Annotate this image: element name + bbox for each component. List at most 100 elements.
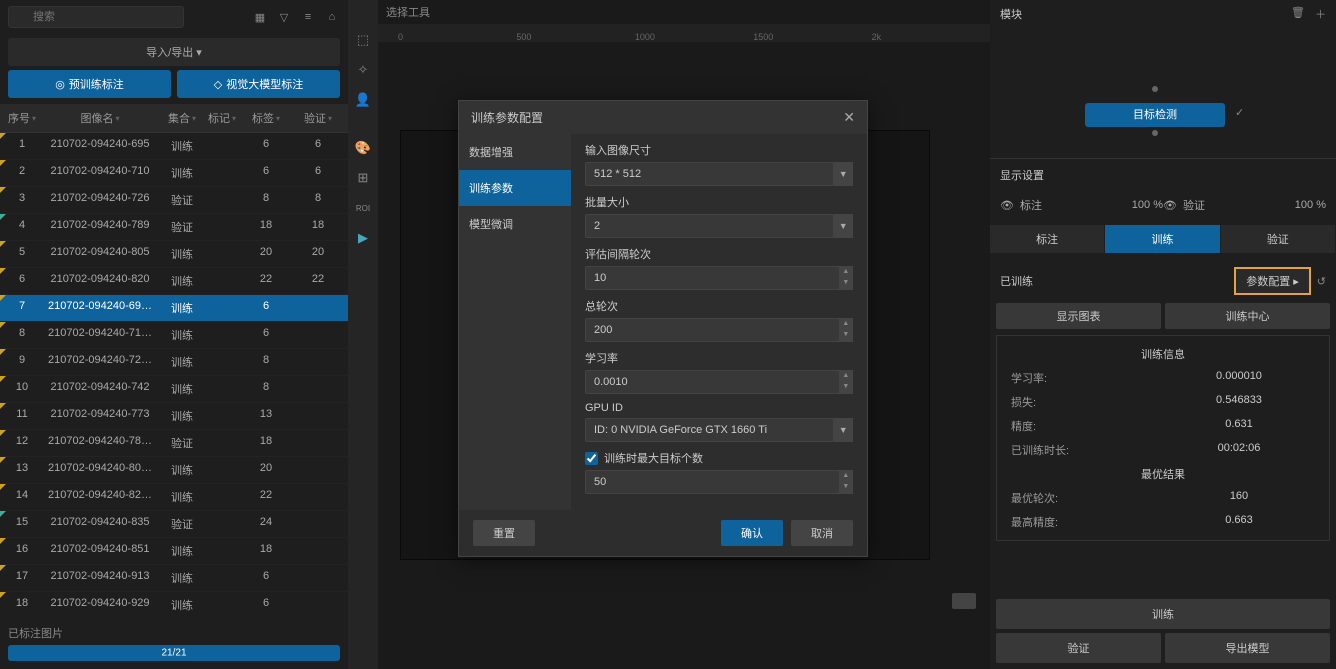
table-row[interactable]: 11210702-094240-773训练13 [0, 403, 348, 430]
delete-icon[interactable]: 🗑 [1291, 6, 1305, 22]
table-row[interactable]: 12210702-094240-78…验证18 [0, 430, 348, 457]
visual-model-annotate-button[interactable]: ◇视觉大模型标注 [177, 70, 340, 98]
play-tool-icon[interactable]: ▶ [353, 228, 373, 248]
filter-icon[interactable]: ▽ [276, 9, 292, 25]
input-size-select[interactable]: 512 * 512 [585, 162, 834, 186]
lr-label: 学习率 [585, 350, 853, 366]
table-row[interactable]: 17210702-094240-913训练6 [0, 565, 348, 592]
gpu-label: GPU ID [585, 402, 853, 414]
info-row: 学习率:0.000010 [1003, 366, 1323, 390]
display-settings-title: 显示设置 [990, 158, 1336, 191]
table-row[interactable]: 1210702-094240-695训练66 [0, 133, 348, 160]
lr-input[interactable]: 0.0010 [585, 370, 840, 394]
vis-label-pct: 100 % [1132, 199, 1163, 211]
col-name[interactable]: 图像名 [40, 110, 160, 126]
table-row[interactable]: 15210702-094240-835验证24 [0, 511, 348, 538]
train-button[interactable]: 训练 [996, 599, 1330, 629]
tools-strip: ⬚ ✧ 👤 🎨 ⊞ ROI ▶ [348, 0, 378, 669]
home-icon[interactable]: ⌂ [324, 9, 340, 25]
col-set[interactable]: 集合 [160, 110, 204, 126]
reset-button[interactable]: 重置 [473, 520, 535, 546]
history-icon[interactable]: ↺ [1317, 275, 1326, 288]
table-row[interactable]: 4210702-094240-789验证1818 [0, 214, 348, 241]
trained-label: 已训练 [1000, 273, 1033, 289]
batch-select[interactable]: 2 [585, 214, 834, 238]
spin-up-icon[interactable]: ▲ [840, 471, 852, 482]
spin-up-icon[interactable]: ▲ [840, 319, 852, 330]
tab-验证[interactable]: 验证 [1221, 225, 1336, 253]
close-icon[interactable]: ✕ [843, 109, 855, 126]
confirm-button[interactable]: 确认 [721, 520, 783, 546]
add-icon[interactable]: ＋ [1315, 6, 1326, 22]
table-row[interactable]: 7210702-094240-69…训练6 [0, 295, 348, 322]
spin-up-icon[interactable]: ▲ [840, 371, 852, 382]
spin-down-icon[interactable]: ▼ [840, 382, 852, 393]
spin-down-icon[interactable]: ▼ [840, 278, 852, 289]
magic-tool-icon[interactable]: ✧ [353, 60, 373, 80]
roi-tool-icon[interactable]: ROI [353, 198, 373, 218]
col-mark[interactable]: 标记 [204, 110, 240, 126]
epochs-label: 总轮次 [585, 298, 853, 314]
table-row[interactable]: 10210702-094240-742训练8 [0, 376, 348, 403]
col-seq[interactable]: 序号 [4, 110, 40, 126]
palette-tool-icon[interactable]: 🎨 [353, 138, 373, 158]
vis-val-pct: 100 % [1295, 199, 1326, 211]
chevron-down-icon[interactable]: ▼ [834, 418, 853, 442]
table-row[interactable]: 13210702-094240-80…训练20 [0, 457, 348, 484]
search-input[interactable] [8, 6, 184, 28]
tag-tool-icon[interactable]: ⊞ [353, 168, 373, 188]
tabs: 标注训练验证 [990, 225, 1336, 253]
left-panel: 🔍 ▦ ▽ ≡ ⌂ 导入/导出 ▾ ◎预训练标注 ◇视觉大模型标注 序号 图像名… [0, 0, 348, 669]
table-row[interactable]: 14210702-094240-82…训练22 [0, 484, 348, 511]
table-row[interactable]: 5210702-094240-805训练2020 [0, 241, 348, 268]
col-val[interactable]: 验证 [292, 110, 344, 126]
chevron-down-icon[interactable]: ▼ [834, 214, 853, 238]
progress-text: 21/21 [161, 648, 186, 659]
chevron-down-icon[interactable]: ▼ [834, 162, 853, 186]
detection-node[interactable]: 目标检测 [1085, 103, 1225, 127]
spin-up-icon[interactable]: ▲ [840, 267, 852, 278]
dialog-sidebar: 数据增强训练参数模型微调 [459, 134, 571, 510]
dialog-side-item[interactable]: 数据增强 [459, 134, 571, 170]
person-tool-icon[interactable]: 👤 [353, 90, 373, 110]
table-row[interactable]: 18210702-094240-929训练6 [0, 592, 348, 613]
eye-icon[interactable] [1163, 199, 1177, 212]
verify-button[interactable]: 验证 [996, 633, 1161, 663]
export-model-button[interactable]: 导出模型 [1165, 633, 1330, 663]
train-params-dialog: 训练参数配置 ✕ 数据增强训练参数模型微调 输入图像尺寸 512 * 512▼ … [458, 100, 868, 557]
eval-interval-input[interactable]: 10 [585, 266, 840, 290]
crop-tool-icon[interactable]: ⬚ [353, 30, 373, 50]
node-check-icon[interactable]: ✓ [1235, 106, 1244, 119]
param-config-button[interactable]: 参数配置▸ [1234, 267, 1311, 295]
gpu-select[interactable]: ID: 0 NVIDIA GeForce GTX 1660 Ti [585, 418, 834, 442]
eye-icon[interactable] [1000, 199, 1014, 212]
train-center-button[interactable]: 训练中心 [1165, 303, 1330, 329]
max-targets-input[interactable]: 50 [585, 470, 840, 494]
category-icon[interactable]: ▦ [252, 9, 268, 25]
node-graph[interactable]: 目标检测 ✓ [990, 28, 1336, 158]
table-row[interactable]: 3210702-094240-726验证88 [0, 187, 348, 214]
keyboard-icon[interactable] [952, 593, 976, 609]
table-row[interactable]: 6210702-094240-820训练2222 [0, 268, 348, 295]
col-tag[interactable]: 标签 [240, 110, 292, 126]
pretrain-annotate-button[interactable]: ◎预训练标注 [8, 70, 171, 98]
table-row[interactable]: 2210702-094240-710训练66 [0, 160, 348, 187]
show-chart-button[interactable]: 显示图表 [996, 303, 1161, 329]
dialog-side-item[interactable]: 训练参数 [459, 170, 571, 206]
table-row[interactable]: 9210702-094240-72…训练8 [0, 349, 348, 376]
info-row: 最优轮次:160 [1003, 486, 1323, 510]
dialog-content: 输入图像尺寸 512 * 512▼ 批量大小 2▼ 评估间隔轮次 10▲▼ 总轮… [571, 134, 867, 510]
max-targets-checkbox[interactable] [585, 452, 598, 465]
tab-标注[interactable]: 标注 [990, 225, 1105, 253]
right-panel: 模块 🗑 ＋ 目标检测 ✓ 显示设置 标注100 % 验证100 % 标注训练验… [990, 0, 1336, 669]
table-row[interactable]: 8210702-094240-71…训练6 [0, 322, 348, 349]
table-row[interactable]: 16210702-094240-851训练18 [0, 538, 348, 565]
spin-down-icon[interactable]: ▼ [840, 330, 852, 341]
import-export-button[interactable]: 导入/导出 ▾ [8, 38, 340, 66]
sort-icon[interactable]: ≡ [300, 9, 316, 25]
tab-训练[interactable]: 训练 [1105, 225, 1220, 253]
dialog-side-item[interactable]: 模型微调 [459, 206, 571, 242]
cancel-button[interactable]: 取消 [791, 520, 853, 546]
epochs-input[interactable]: 200 [585, 318, 840, 342]
spin-down-icon[interactable]: ▼ [840, 482, 852, 493]
